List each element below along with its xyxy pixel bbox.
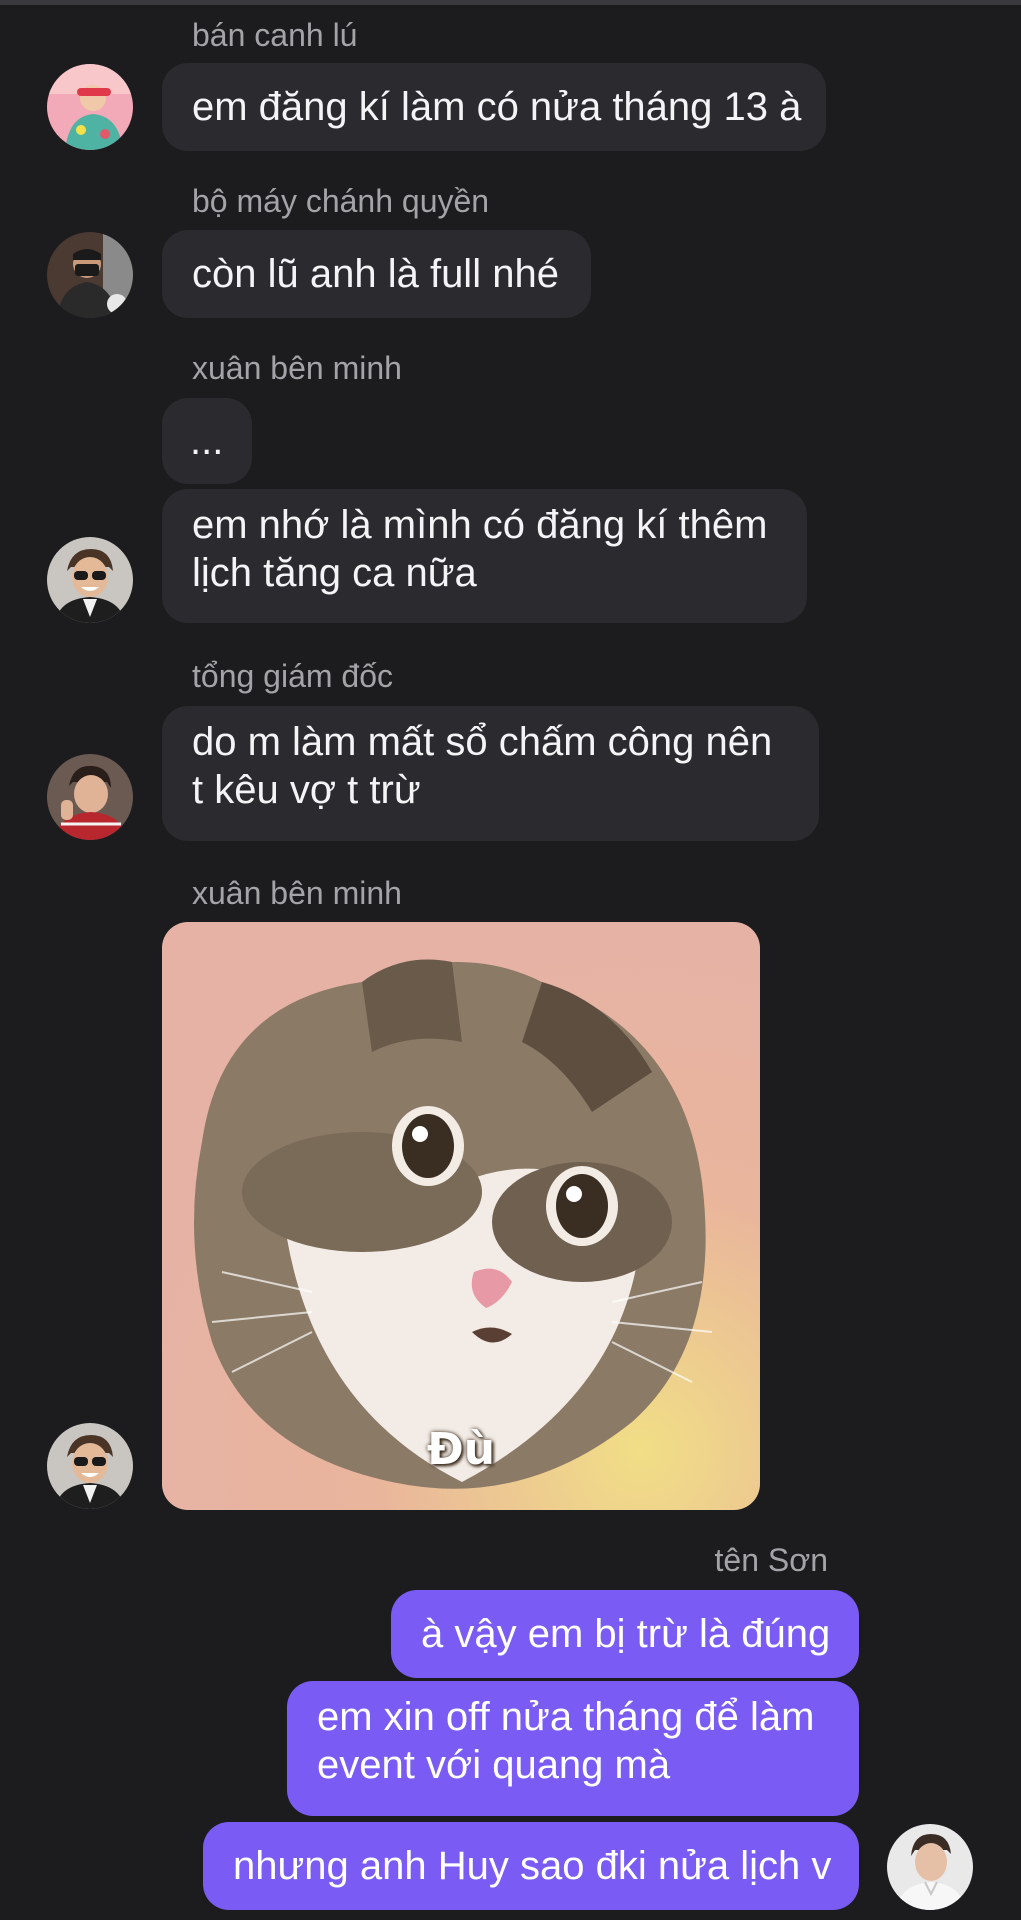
message-bubble[interactable]: ... (162, 398, 252, 484)
avatar[interactable] (47, 754, 133, 840)
message-bubble[interactable]: em nhớ là mình có đăng kí thêm lịch tăng… (162, 489, 807, 623)
avatar[interactable] (47, 64, 133, 150)
message-bubble[interactable]: em đăng kí làm có nửa tháng 13 à (162, 63, 826, 151)
message-text: em xin off nửa tháng để làm event với qu… (317, 1695, 815, 1787)
avatar[interactable] (47, 537, 133, 623)
message-bubble[interactable]: à vậy em bị trừ là đúng (391, 1590, 859, 1678)
top-divider (0, 0, 1021, 5)
message-bubble[interactable]: nhưng anh Huy sao đki nửa lịch v (203, 1822, 859, 1910)
cat-sticker[interactable]: Đù (162, 922, 760, 1510)
sender-name: xuân bên minh (192, 350, 402, 386)
avatar[interactable] (47, 232, 133, 318)
sender-name: bán canh lú (192, 17, 358, 53)
message-text: nhưng anh Huy sao đki nửa lịch v (233, 1844, 832, 1888)
message-text: à vậy em bị trừ là đúng (421, 1612, 831, 1656)
message-text: em nhớ là mình có đăng kí thêm lịch tăng… (192, 503, 768, 595)
avatar[interactable] (47, 1423, 133, 1509)
message-text: còn lũ anh là full nhé (192, 252, 559, 296)
sender-name: tổng giám đốc (192, 658, 394, 694)
sender-name: bộ máy chánh quyền (192, 183, 490, 219)
sender-name: xuân bên minh (192, 875, 402, 911)
message-text: ... (190, 419, 224, 463)
message-bubble[interactable]: còn lũ anh là full nhé (162, 230, 591, 318)
message-text: do m làm mất sổ chấm công nên t kêu vợ t… (192, 720, 773, 812)
message-text: em đăng kí làm có nửa tháng 13 à (192, 85, 802, 129)
sticker-caption: Đù (426, 1424, 496, 1475)
avatar[interactable] (887, 1824, 973, 1910)
message-bubble[interactable]: do m làm mất sổ chấm công nên t kêu vợ t… (162, 706, 819, 841)
sender-name: tên Sơn (714, 1542, 829, 1578)
message-bubble[interactable]: em xin off nửa tháng để làm event với qu… (287, 1681, 859, 1816)
